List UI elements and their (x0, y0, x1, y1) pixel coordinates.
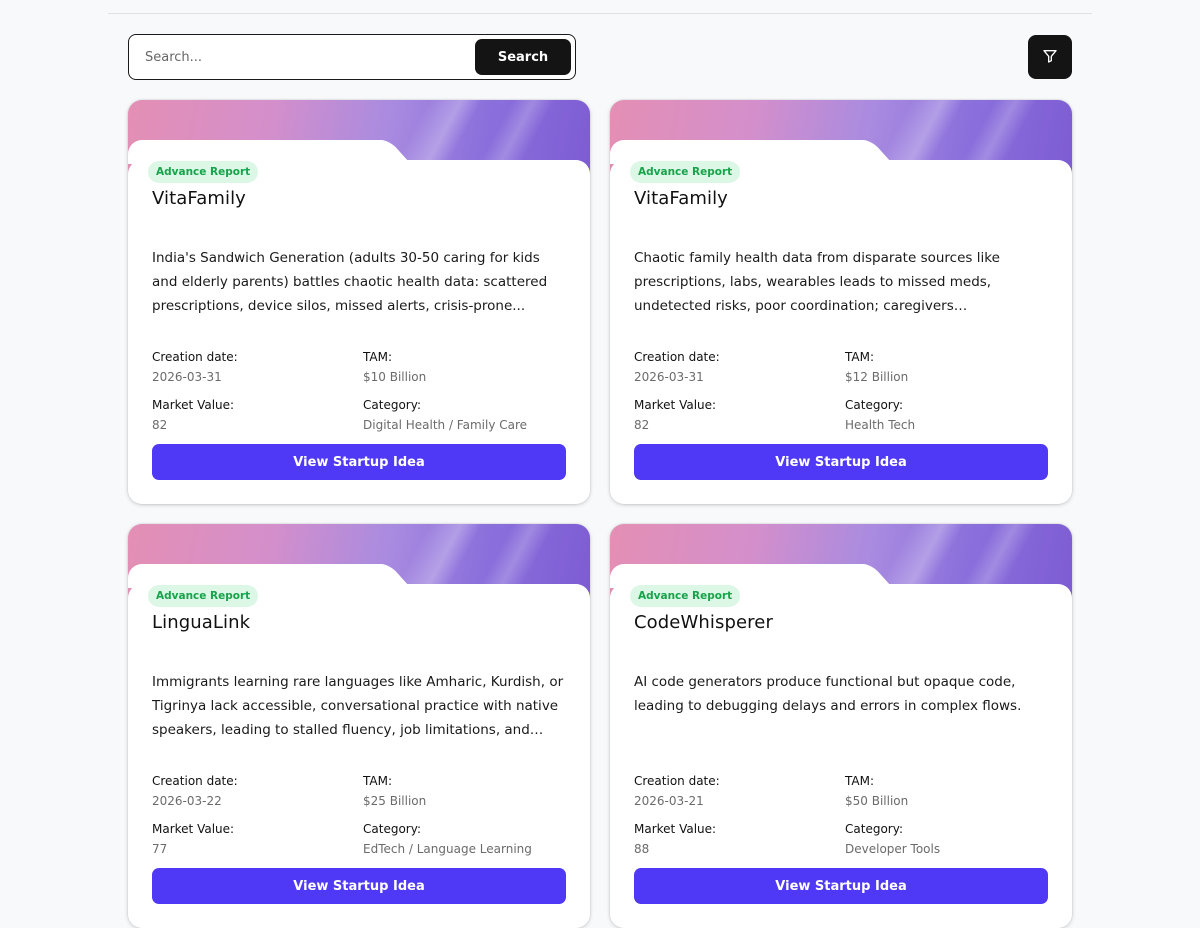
category-field: Category: Health Tech (845, 397, 915, 433)
category-value: EdTech / Language Learning (363, 842, 532, 856)
creation-date-label: Creation date: (152, 350, 238, 364)
advance-report-badge: Advance Report (148, 585, 259, 607)
tam-field: TAM: $10 Billion (363, 349, 426, 385)
creation-date-label: Creation date: (152, 774, 238, 788)
creation-date-field: Creation date: 2026-03-21 (634, 773, 720, 809)
tam-label: TAM: (363, 350, 393, 364)
category-field: Category: EdTech / Language Learning (363, 821, 532, 857)
tam-label: TAM: (845, 350, 875, 364)
advance-report-badge: Advance Report (630, 585, 741, 607)
category-field: Category: Digital Health / Family Care (363, 397, 527, 433)
startup-card: Advance Report VitaFamily India's Sandwi… (128, 100, 590, 504)
market-value-label: Market Value: (152, 822, 235, 836)
filter-icon (1042, 48, 1058, 67)
category-value: Health Tech (845, 418, 916, 432)
advance-report-badge: Advance Report (630, 161, 741, 183)
creation-date-field: Creation date: 2026-03-31 (152, 349, 238, 385)
tam-label: TAM: (363, 774, 393, 788)
search-bar: Search (128, 34, 576, 80)
creation-date-label: Creation date: (634, 350, 720, 364)
tam-value: $50 Billion (845, 794, 909, 808)
category-label: Category: (845, 398, 903, 412)
market-value-value: 88 (634, 842, 650, 856)
tam-value: $10 Billion (363, 370, 427, 384)
category-value: Developer Tools (845, 842, 941, 856)
market-value-value: 82 (634, 418, 650, 432)
category-label: Category: (845, 822, 903, 836)
category-field: Category: Developer Tools (845, 821, 940, 857)
card-description: India's Sandwich Generation (adults 30-5… (152, 250, 548, 314)
market-value-field: Market Value: 82 (152, 397, 234, 433)
tam-value: $12 Billion (845, 370, 909, 384)
card-title: LinguaLink (152, 612, 251, 633)
tam-value: $25 Billion (363, 794, 427, 808)
startup-card: Advance Report CodeWhisperer AI code gen… (610, 524, 1072, 928)
card-title: VitaFamily (634, 188, 728, 209)
category-value: Digital Health / Family Care (363, 418, 528, 432)
creation-date-value: 2026-03-21 (634, 794, 704, 808)
market-value-field: Market Value: 82 (634, 397, 716, 433)
search-button[interactable]: Search (475, 39, 571, 75)
tam-field: TAM: $50 Billion (845, 773, 908, 809)
market-value-value: 77 (152, 842, 168, 856)
creation-date-label: Creation date: (634, 774, 720, 788)
card-description: Immigrants learning rare languages like … (152, 674, 564, 738)
creation-date-value: 2026-03-31 (152, 370, 222, 384)
market-value-field: Market Value: 77 (152, 821, 234, 857)
tam-field: TAM: $25 Billion (363, 773, 426, 809)
header-divider (108, 13, 1092, 14)
market-value-value: 82 (152, 418, 168, 432)
creation-date-field: Creation date: 2026-03-31 (634, 349, 720, 385)
search-input[interactable] (129, 35, 475, 79)
advance-report-badge: Advance Report (148, 161, 259, 183)
view-startup-idea-button[interactable]: View Startup Idea (152, 444, 566, 480)
view-startup-idea-button[interactable]: View Startup Idea (152, 868, 566, 904)
tam-label: TAM: (845, 774, 875, 788)
tam-field: TAM: $12 Billion (845, 349, 908, 385)
creation-date-value: 2026-03-22 (152, 794, 222, 808)
view-startup-idea-button[interactable]: View Startup Idea (634, 444, 1048, 480)
filter-button[interactable] (1028, 35, 1072, 79)
category-label: Category: (363, 822, 421, 836)
card-title: CodeWhisperer (634, 612, 773, 633)
market-value-label: Market Value: (152, 398, 235, 412)
card-title: VitaFamily (152, 188, 246, 209)
market-value-label: Market Value: (634, 822, 717, 836)
category-label: Category: (363, 398, 421, 412)
creation-date-value: 2026-03-31 (634, 370, 704, 384)
market-value-label: Market Value: (634, 398, 717, 412)
view-startup-idea-button[interactable]: View Startup Idea (634, 868, 1048, 904)
startup-ideas-grid: Advance Report VitaFamily India's Sandwi… (128, 100, 1072, 928)
market-value-field: Market Value: 88 (634, 821, 716, 857)
card-description: AI code generators produce functional bu… (634, 674, 1022, 714)
startup-card: Advance Report VitaFamily Chaotic family… (610, 100, 1072, 504)
creation-date-field: Creation date: 2026-03-22 (152, 773, 238, 809)
startup-card: Advance Report LinguaLink Immigrants lea… (128, 524, 590, 928)
card-description: Chaotic family health data from disparat… (634, 250, 1000, 314)
